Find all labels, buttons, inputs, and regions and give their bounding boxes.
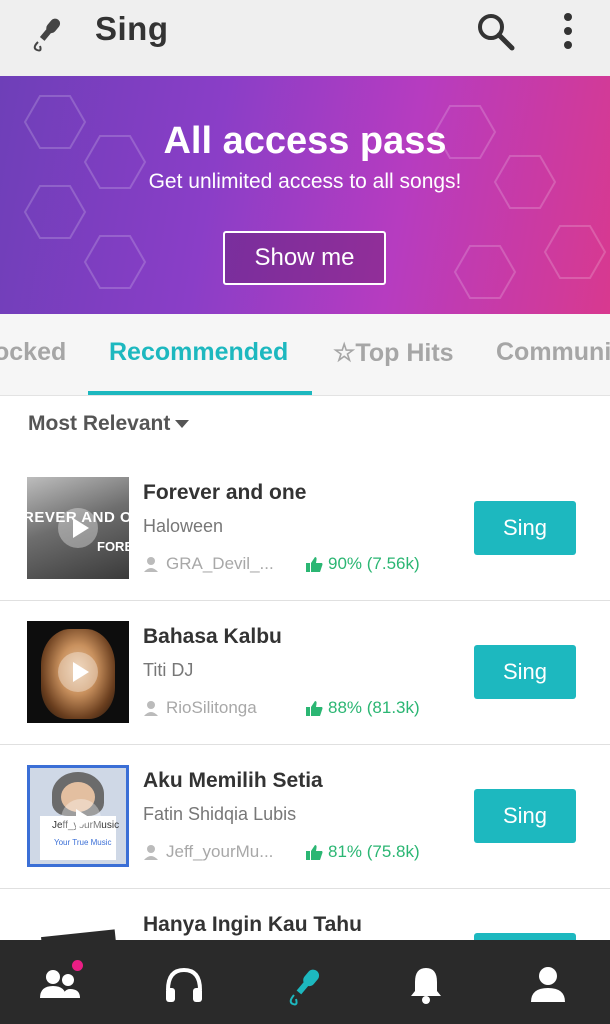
sing-button[interactable]: Sing <box>474 789 576 843</box>
song-rating: 81% (75.8k) <box>306 842 420 862</box>
thumbs-up-icon <box>306 700 323 716</box>
song-list-item[interactable]: Jeff_yourMusic Your True Music Aku Memil… <box>0 745 610 889</box>
uploader-name: Jeff_yourMu... <box>166 842 274 861</box>
active-tab-indicator <box>88 391 312 395</box>
uploader: RioSilitonga <box>143 698 257 718</box>
sort-filter-label: Most Relevant <box>28 412 171 435</box>
app-title: Sing <box>95 10 169 47</box>
bottom-navigation <box>0 940 610 1024</box>
tab-recommended[interactable]: Recommended <box>109 338 288 367</box>
sing-button[interactable]: Sing <box>474 645 576 699</box>
song-list-item[interactable]: Bahasa Kalbu Titi DJ RioSilitonga 88% (8… <box>0 601 610 745</box>
song-rating: 90% (7.56k) <box>306 554 420 574</box>
banner-subtitle: Get unlimited access to all songs! <box>148 170 462 193</box>
sort-filter-dropdown[interactable]: Most Relevant <box>28 412 190 436</box>
song-artist: Titi DJ <box>143 660 194 680</box>
thumbnail-text: Your True Music <box>54 838 112 847</box>
song-thumbnail[interactable]: REVER AND O FORE <box>27 477 129 579</box>
all-access-banner[interactable]: All access pass Get unlimited access to … <box>0 76 610 314</box>
headphones-icon[interactable] <box>162 962 206 1006</box>
uploader-name: RioSilitonga <box>166 698 257 717</box>
song-title[interactable]: Hanya Ingin Kau Tahu <box>143 913 362 937</box>
user-icon <box>144 845 158 860</box>
rating-value: 81% (75.8k) <box>328 842 420 861</box>
profile-icon[interactable] <box>526 962 570 1006</box>
song-rating: 88% (81.3k) <box>306 698 420 718</box>
user-icon <box>144 701 158 716</box>
song-title[interactable]: Forever and one <box>143 481 306 505</box>
thumbs-up-icon <box>306 556 323 572</box>
song-thumbnail[interactable]: Jeff_yourMusic Your True Music <box>27 765 129 867</box>
song-title[interactable]: Aku Memilih Setia <box>143 769 323 793</box>
uploader: Jeff_yourMu... <box>143 842 273 862</box>
play-icon <box>58 652 98 692</box>
search-icon[interactable] <box>474 10 516 52</box>
banner-title: All access pass <box>163 120 447 162</box>
song-artist: Haloween <box>143 516 224 536</box>
show-me-button[interactable]: Show me <box>223 231 386 285</box>
microphone-icon <box>33 18 61 52</box>
rating-value: 90% (7.56k) <box>328 554 420 573</box>
rating-value: 88% (81.3k) <box>328 698 420 717</box>
microphone-icon[interactable] <box>284 962 328 1006</box>
app-screen: Sing All access pass Get unlimited acces… <box>0 0 610 1024</box>
play-icon <box>61 799 101 839</box>
user-icon <box>144 557 158 572</box>
uploader: GRA_Devil_... <box>143 554 274 574</box>
play-icon <box>58 508 98 548</box>
uploader-name: GRA_Devil_... <box>166 554 274 573</box>
song-title[interactable]: Bahasa Kalbu <box>143 625 282 649</box>
bell-icon[interactable] <box>404 962 448 1006</box>
notification-badge <box>72 960 83 971</box>
caret-down-icon <box>175 420 190 428</box>
song-artist: Fatin Shidqia Lubis <box>143 804 297 824</box>
category-tabs: ocked Recommended ☆Top Hits Communi <box>0 314 610 396</box>
thumbs-up-icon <box>306 844 323 860</box>
tab-community[interactable]: Communi <box>496 338 610 367</box>
song-thumbnail[interactable] <box>27 621 129 723</box>
song-list-item[interactable]: REVER AND O FORE Forever and one Halowee… <box>0 457 610 601</box>
thumbnail-text: FORE <box>97 539 129 554</box>
tab-top-hits[interactable]: ☆Top Hits <box>333 338 454 368</box>
tab-unlocked[interactable]: ocked <box>0 338 66 367</box>
top-bar: Sing <box>0 0 610 76</box>
sing-button[interactable]: Sing <box>474 501 576 555</box>
more-options-icon[interactable] <box>554 10 582 52</box>
